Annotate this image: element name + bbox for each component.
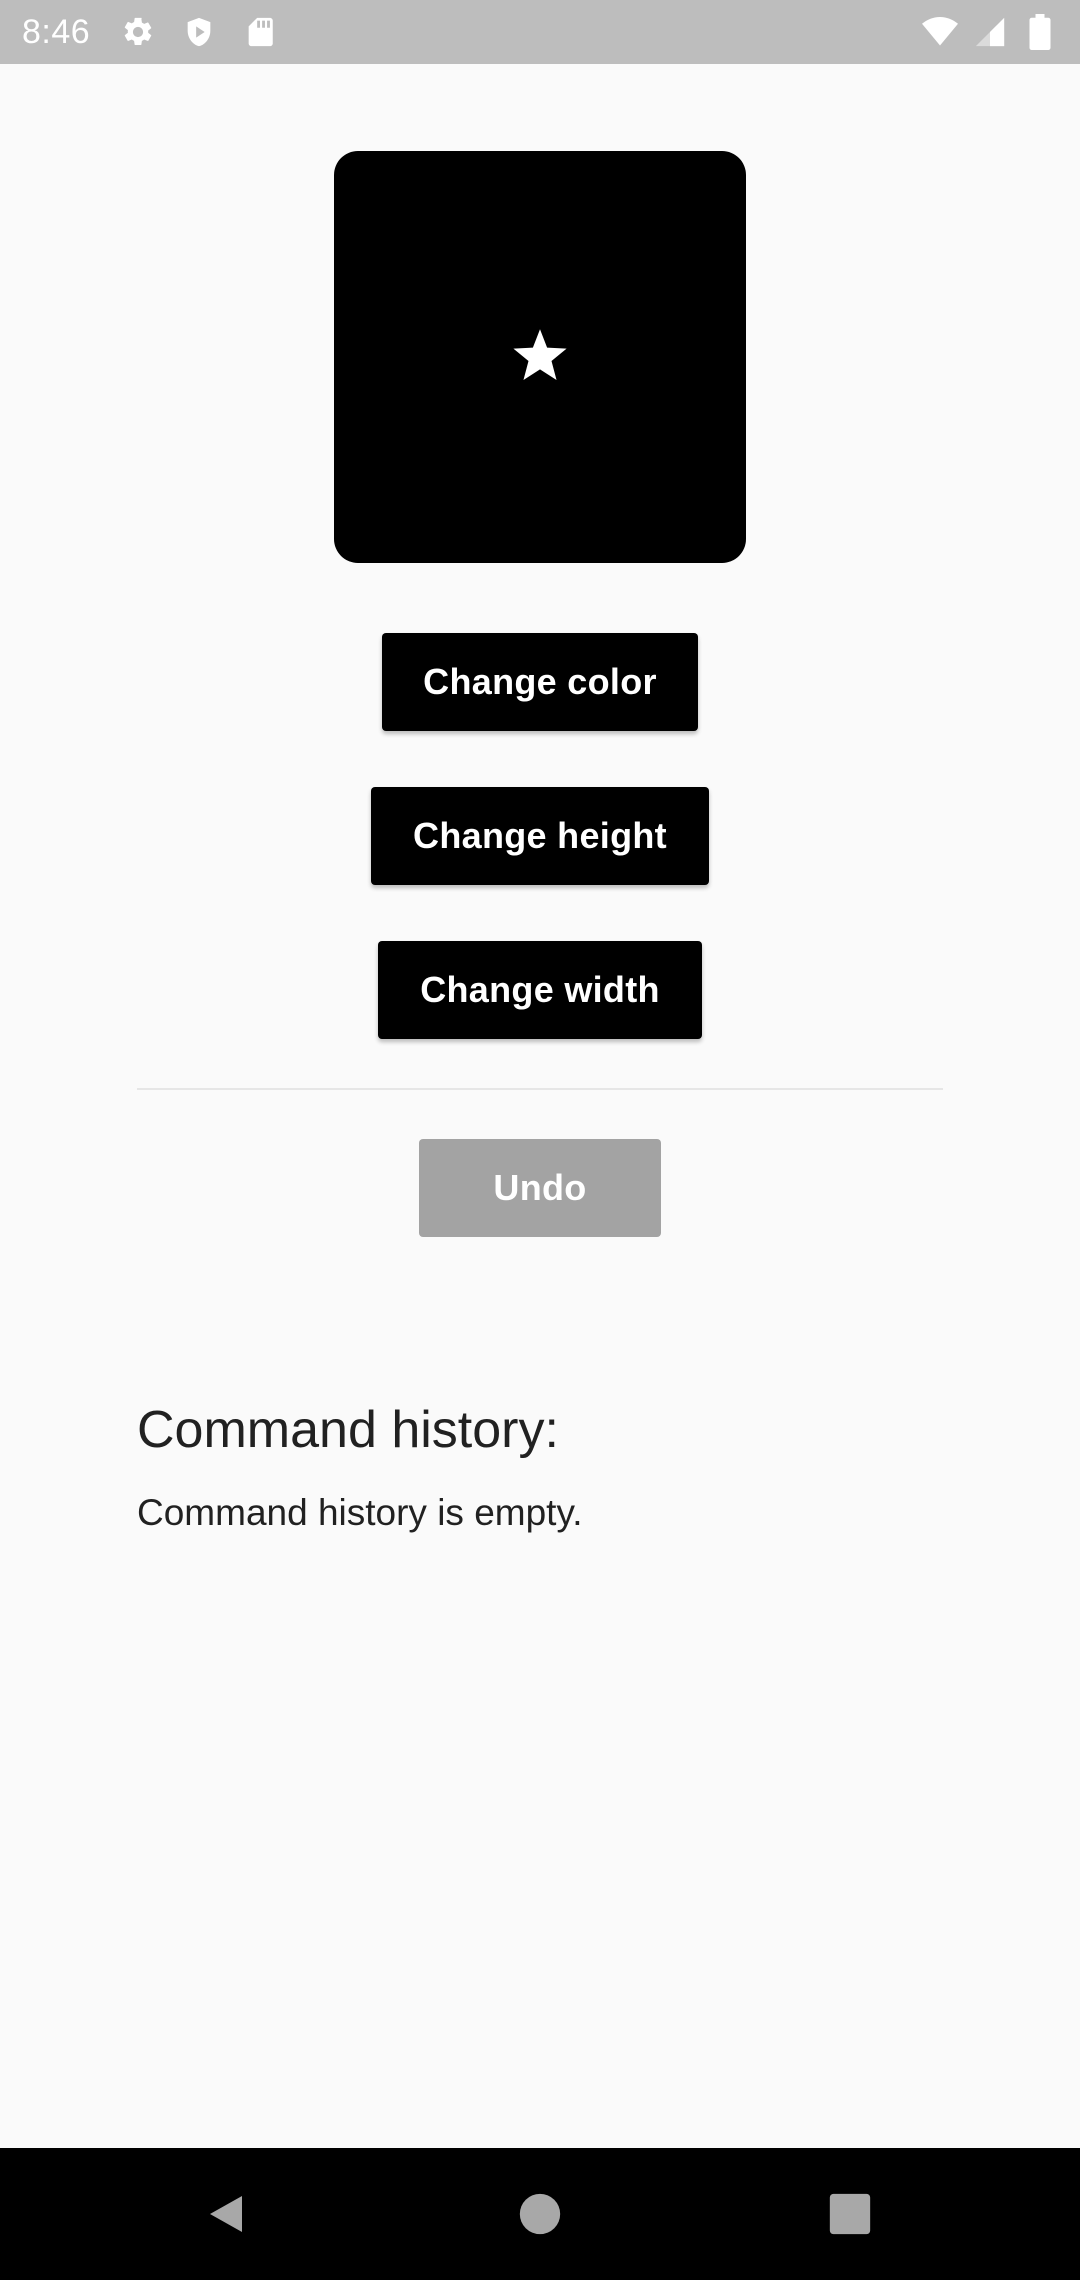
signal-icon	[972, 14, 1008, 50]
status-left: 8:46	[22, 13, 303, 52]
app-screen: 8:46 Change color Change height Change w…	[0, 0, 1080, 2280]
change-height-button[interactable]: Change height	[371, 787, 709, 885]
home-button[interactable]	[504, 2178, 576, 2250]
wifi-icon	[922, 14, 958, 50]
undo-button[interactable]: Undo	[419, 1139, 661, 1237]
recents-button[interactable]	[814, 2178, 886, 2250]
recents-icon	[829, 2193, 871, 2235]
battery-icon	[1022, 14, 1058, 50]
command-history-title: Command history:	[137, 1401, 559, 1459]
shield-play-icon	[181, 14, 217, 50]
status-bar: 8:46	[0, 0, 1080, 64]
home-icon	[519, 2193, 561, 2235]
back-button[interactable]	[190, 2178, 262, 2250]
status-time: 8:46	[22, 12, 91, 51]
gear-icon	[120, 14, 156, 50]
command-history-empty-message: Command history is empty.	[137, 1492, 583, 1533]
back-icon	[210, 2196, 242, 2232]
navigation-bar	[0, 2148, 1080, 2280]
preview-box	[334, 151, 746, 563]
status-right	[908, 14, 1058, 50]
star-icon	[513, 329, 567, 380]
change-color-button[interactable]: Change color	[382, 633, 698, 731]
change-width-button[interactable]: Change width	[378, 941, 702, 1039]
sd-card-icon	[242, 14, 278, 50]
divider	[137, 1088, 943, 1090]
